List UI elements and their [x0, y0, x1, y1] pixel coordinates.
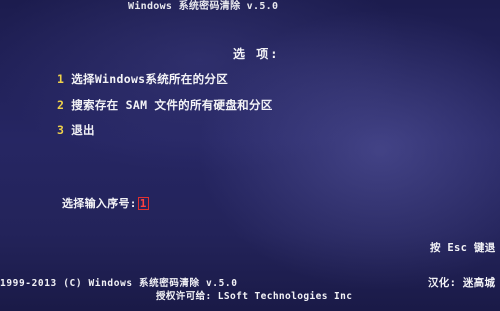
- app-title: Windows 系统密码清除 v.5.0: [128, 1, 279, 12]
- menu-item-number: 3: [57, 123, 65, 137]
- menu-item-label: 退出: [71, 123, 95, 137]
- dos-screen: Windows 系统密码清除 v.5.0 选 项: 1 选择Windows系统所在…: [0, 0, 500, 311]
- menu-item-search-sam[interactable]: 2 搜索存在 SAM 文件的所有硬盘和分区: [57, 99, 273, 112]
- esc-hint: 按 Esc 键退: [430, 242, 496, 254]
- menu-item-label: 搜索存在 SAM 文件的所有硬盘和分区: [71, 98, 273, 112]
- options-heading: 选 项:: [233, 47, 280, 61]
- menu-item-select-partition[interactable]: 1 选择Windows系统所在的分区: [57, 73, 228, 86]
- footer-localization: 汉化: 迷高城: [428, 277, 496, 289]
- footer-copyright: 1999-2013 (C) Windows 系统密码清除 v.5.0: [0, 278, 238, 289]
- menu-item-exit[interactable]: 3 退出: [57, 124, 95, 137]
- selection-input[interactable]: 1: [137, 197, 149, 210]
- footer-license: 授权许可给: LSoft Technologies Inc: [156, 291, 353, 302]
- selection-prompt: 选择输入序号: 1: [62, 197, 149, 210]
- prompt-label: 选择输入序号:: [62, 197, 137, 210]
- menu-item-number: 2: [57, 98, 65, 112]
- menu-item-number: 1: [57, 72, 65, 86]
- menu-item-label: 选择Windows系统所在的分区: [71, 72, 228, 86]
